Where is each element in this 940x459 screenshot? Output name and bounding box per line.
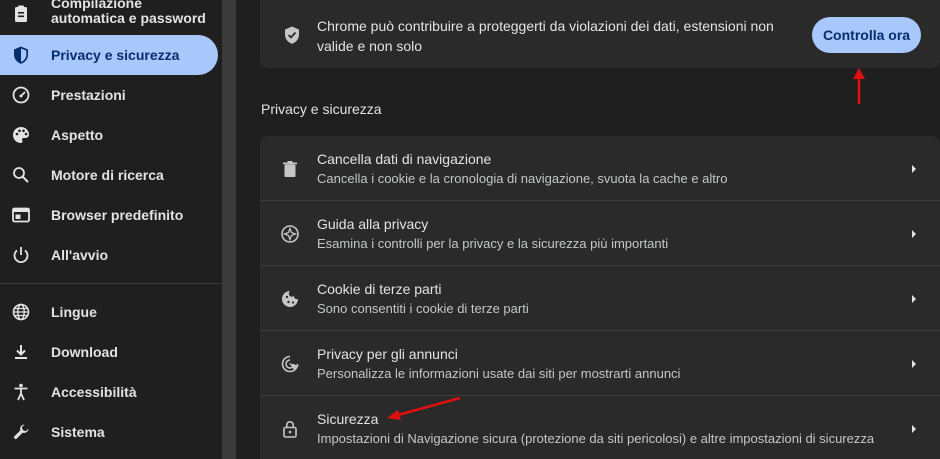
sidebar-item-label: All'avvio	[51, 247, 109, 263]
row-security[interactable]: Sicurezza Impostazioni di Navigazione si…	[260, 396, 940, 459]
chevron-right-icon	[912, 424, 916, 433]
row-subtitle: Personalizza le informazioni usate dai s…	[317, 366, 681, 381]
sidebar-item-label: Motore di ricerca	[51, 167, 164, 183]
browser-window-icon	[12, 207, 30, 223]
globe-icon	[12, 303, 30, 321]
row-title: Privacy per gli annunci	[317, 346, 458, 362]
clipboard-icon	[15, 5, 27, 22]
speedometer-icon	[12, 86, 30, 104]
row-title: Cookie di terze parti	[317, 281, 442, 297]
section-title: Privacy e sicurezza	[261, 101, 382, 117]
sidebar-item-label: Accessibilità	[51, 384, 137, 400]
sidebar-item-languages[interactable]: Lingue	[0, 292, 218, 332]
chevron-right-icon	[912, 359, 916, 368]
sidebar-item-default-browser[interactable]: Browser predefinito	[0, 195, 218, 235]
sidebar: Compilazione automatica e password Priva…	[0, 0, 222, 459]
privacy-settings-list: Cancella dati di navigazione Cancella i …	[260, 136, 940, 459]
sidebar-item-label: Download	[51, 344, 118, 360]
safety-check-card: Chrome può contribuire a proteggerti da …	[260, 0, 940, 68]
sidebar-item-label: Privacy e sicurezza	[51, 47, 180, 63]
sidebar-item-label: Browser predefinito	[51, 207, 184, 223]
row-subtitle: Esamina i controlli per la privacy e la …	[317, 236, 669, 251]
sidebar-divider	[0, 283, 222, 284]
wrench-icon	[13, 424, 29, 440]
accessibility-icon	[14, 383, 28, 401]
row-title: Sicurezza	[317, 411, 379, 427]
row-title: Cancella dati di navigazione	[317, 151, 492, 167]
sidebar-item-privacy[interactable]: Privacy e sicurezza	[0, 35, 218, 75]
chevron-right-icon	[912, 229, 916, 238]
sidebar-item-label: Lingue	[51, 304, 97, 320]
chevron-right-icon	[912, 164, 916, 173]
sidebar-item-label: Aspetto	[51, 127, 104, 143]
row-subtitle: Impostazioni di Navigazione sicura (prot…	[317, 431, 875, 446]
row-ad-privacy[interactable]: Privacy per gli annunci Personalizza le …	[260, 331, 940, 396]
sidebar-item-search-engine[interactable]: Motore di ricerca	[0, 155, 218, 195]
lock-icon	[283, 420, 297, 438]
sidebar-item-system[interactable]: Sistema	[0, 412, 218, 452]
row-third-party-cookies[interactable]: Cookie di terze parti Sono consentiti i …	[260, 266, 940, 331]
check-now-button[interactable]: Controlla ora	[812, 17, 921, 53]
power-icon	[13, 247, 29, 264]
search-icon	[13, 167, 29, 183]
sidebar-item-on-startup[interactable]: All'avvio	[0, 235, 218, 275]
row-subtitle: Cancella i cookie e la cronologia di nav…	[317, 171, 728, 186]
cookie-icon	[282, 290, 298, 307]
shield-check-icon	[285, 26, 299, 44]
sidebar-item-label: Prestazioni	[51, 87, 126, 103]
sidebar-item-label: Sistema	[51, 424, 105, 440]
row-privacy-guide[interactable]: Guida alla privacy Esamina i controlli p…	[260, 201, 940, 266]
sidebar-item-downloads[interactable]: Download	[0, 332, 218, 372]
safety-check-text: Chrome può contribuire a proteggerti da …	[317, 18, 774, 54]
sidebar-item-accessibility[interactable]: Accessibilità	[0, 372, 218, 412]
download-icon	[15, 345, 27, 359]
compass-icon	[281, 224, 299, 243]
shield-icon	[14, 46, 28, 64]
row-clear-browsing-data[interactable]: Cancella dati di navigazione Cancella i …	[260, 136, 940, 201]
ad-target-icon	[281, 355, 299, 372]
palette-icon	[13, 127, 29, 143]
sidebar-item-autofill[interactable]: Compilazione automatica e password	[0, 0, 218, 36]
row-subtitle: Sono consentiti i cookie di terze parti	[317, 301, 529, 316]
chevron-right-icon	[912, 294, 916, 303]
trash-icon	[283, 160, 297, 177]
sidebar-item-appearance[interactable]: Aspetto	[0, 115, 218, 155]
row-title: Guida alla privacy	[317, 216, 429, 232]
sidebar-item-label: Compilazione automatica e password	[51, 0, 206, 26]
sidebar-item-performance[interactable]: Prestazioni	[0, 75, 218, 115]
sidebar-scrollbar[interactable]	[222, 0, 236, 459]
